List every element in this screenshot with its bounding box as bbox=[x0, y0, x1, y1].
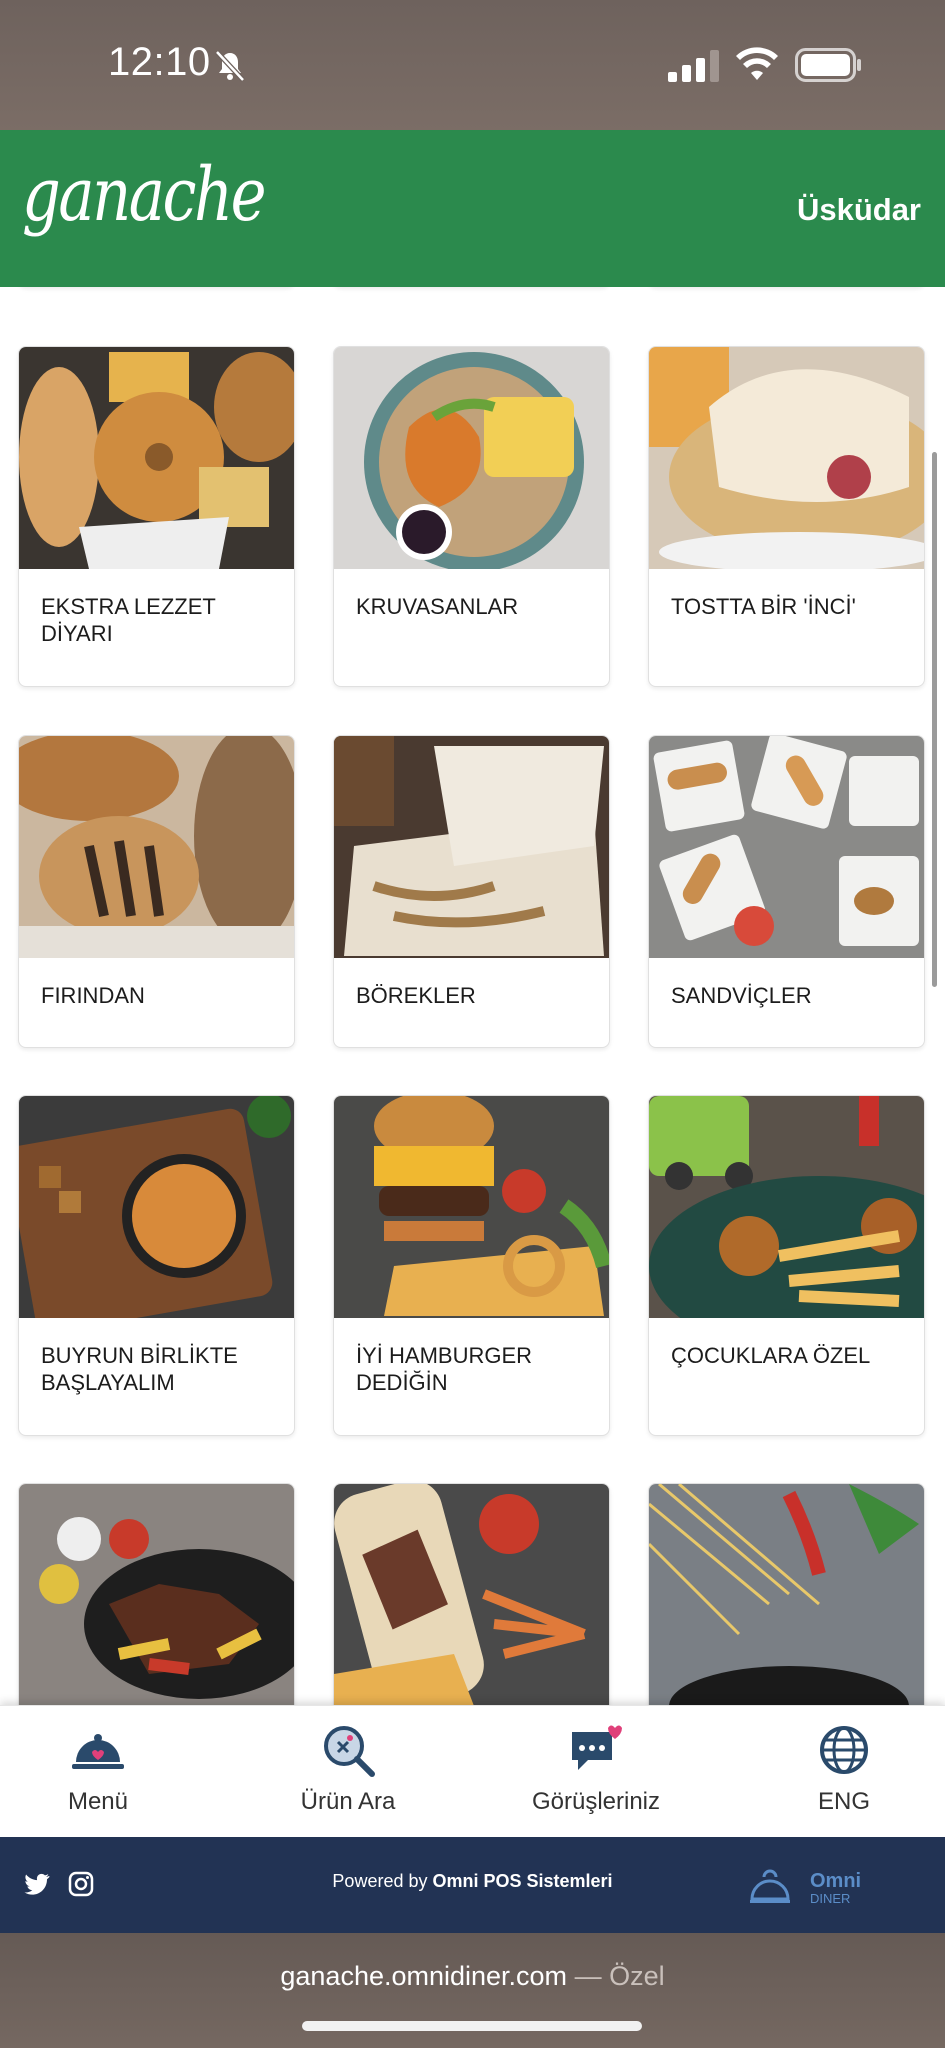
scrollbar[interactable] bbox=[932, 452, 937, 987]
nav-menu-label: Menü bbox=[67, 1788, 129, 1815]
bell-muted-icon bbox=[215, 50, 245, 82]
category-card[interactable]: TOSTTA BİR 'İNCİ' bbox=[648, 346, 925, 687]
globe-icon bbox=[820, 1726, 868, 1774]
category-image bbox=[649, 1096, 924, 1318]
category-image bbox=[19, 347, 294, 569]
wifi-icon bbox=[736, 47, 778, 80]
app-header: ganache Üsküdar bbox=[0, 130, 945, 287]
category-label: FIRINDAN bbox=[41, 983, 145, 1008]
category-label: SANDVİÇLER bbox=[671, 983, 812, 1008]
category-card[interactable]: BÖREKLER bbox=[333, 735, 610, 1048]
category-label: İYİ HAMBURGER DEDİĞİN bbox=[356, 1343, 533, 1395]
home-indicator[interactable] bbox=[302, 2021, 642, 2031]
ganache-logo[interactable]: ganache bbox=[22, 152, 267, 238]
nav-language[interactable]: ENG bbox=[726, 1718, 945, 1828]
omni-logo-line2: DINER bbox=[810, 1891, 850, 1906]
category-image bbox=[334, 1096, 609, 1318]
category-image bbox=[19, 736, 294, 958]
category-card[interactable]: EKSTRA LEZZET DİYARI bbox=[18, 346, 295, 687]
category-card[interactable]: İYİ HAMBURGER DEDİĞİN bbox=[333, 1095, 610, 1436]
category-card[interactable]: FIRINDAN bbox=[18, 735, 295, 1048]
feedback-chat-icon bbox=[572, 1725, 622, 1770]
category-label: BUYRUN BİRLİKTE BAŞLAYALIM bbox=[41, 1343, 238, 1395]
category-card[interactable] bbox=[648, 1483, 925, 1705]
powered-brand-link[interactable]: Omni POS Sistemleri bbox=[433, 1871, 613, 1891]
omni-diner-logo[interactable]: Omni DINER bbox=[748, 1863, 872, 1909]
browser-url-bar: ganache.omnidiner.com — Özel bbox=[0, 1933, 945, 2048]
category-card[interactable] bbox=[18, 1483, 295, 1705]
nav-language-label: ENG bbox=[817, 1788, 870, 1815]
category-card[interactable]: ÇOCUKLARA ÖZEL bbox=[648, 1095, 925, 1436]
category-label: BÖREKLER bbox=[356, 983, 476, 1008]
category-label: TOSTTA BİR 'İNCİ' bbox=[671, 594, 856, 619]
url-display[interactable]: ganache.omnidiner.com — Özel bbox=[0, 1961, 945, 1992]
category-card[interactable] bbox=[333, 1483, 610, 1705]
category-label: KRUVASANLAR bbox=[356, 594, 519, 619]
branch-location[interactable]: Üsküdar bbox=[797, 192, 921, 228]
powered-prefix: Powered by bbox=[332, 1871, 428, 1891]
category-card[interactable]: KRUVASANLAR bbox=[333, 346, 610, 687]
status-bar: 12:10 bbox=[0, 0, 945, 130]
category-image bbox=[19, 1096, 294, 1318]
category-image bbox=[334, 1484, 609, 1705]
nav-menu[interactable]: Menü bbox=[0, 1718, 216, 1828]
search-icon bbox=[324, 1726, 375, 1777]
nav-product-search[interactable]: Ürün Ara bbox=[230, 1718, 466, 1828]
category-label: ÇOCUKLARA ÖZEL bbox=[671, 1343, 871, 1368]
category-image bbox=[19, 1484, 294, 1705]
omni-logo-line1: Omni bbox=[810, 1870, 861, 1892]
category-grid: EKSTRA LEZZET DİYARI KRUVASANLAR TOSTTA … bbox=[0, 287, 945, 1705]
category-image bbox=[649, 1484, 924, 1705]
battery-icon bbox=[795, 48, 861, 82]
category-card[interactable]: SANDVİÇLER bbox=[648, 735, 925, 1048]
bottom-navigation: Menü Ürün Ara Görüşleriniz ENG bbox=[0, 1705, 945, 1837]
status-time: 12:10 bbox=[108, 40, 211, 84]
nav-feedback[interactable]: Görüşleriniz bbox=[478, 1718, 714, 1828]
site-footer: Powered by Omni POS Sistemleri Omni DINE… bbox=[0, 1837, 945, 1933]
category-image bbox=[649, 347, 924, 569]
nav-feedback-label: Görüşleriniz bbox=[531, 1788, 661, 1815]
category-image bbox=[649, 736, 924, 958]
category-card[interactable]: BUYRUN BİRLİKTE BAŞLAYALIM bbox=[18, 1095, 295, 1436]
category-image bbox=[334, 347, 609, 569]
category-image bbox=[334, 736, 609, 958]
category-label: EKSTRA LEZZET DİYARI bbox=[41, 594, 216, 646]
food-cloche-icon bbox=[72, 1734, 124, 1769]
url-text: ganache.omnidiner.com bbox=[280, 1961, 568, 1991]
cellular-signal-icon bbox=[668, 50, 719, 82]
nav-search-label: Ürün Ara bbox=[300, 1788, 396, 1815]
private-indicator: — Özel bbox=[574, 1961, 665, 1991]
